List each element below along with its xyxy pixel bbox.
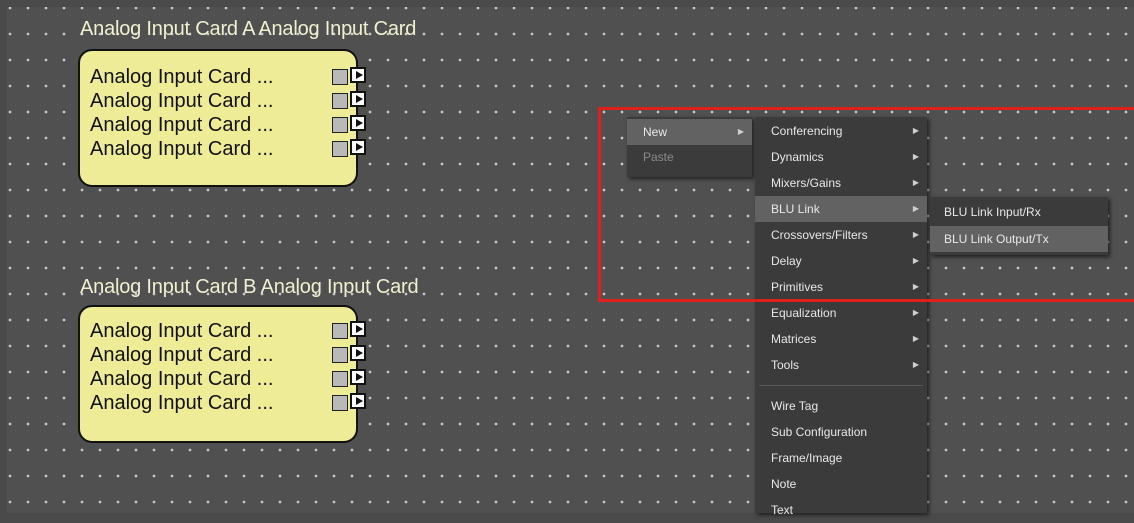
analog-input-card-a-block[interactable]: Analog Input Card ... Analog Input Card …: [78, 49, 366, 187]
channel-label: Analog Input Card ...: [90, 138, 274, 160]
menu-item-equalization[interactable]: Equalization ▶: [755, 300, 927, 326]
analog-input-card-b-block[interactable]: Analog Input Card ... Analog Input Card …: [78, 305, 366, 443]
submenu-arrow-icon: ▶: [912, 360, 919, 369]
channel-label: Analog Input Card ...: [90, 320, 274, 342]
output-port[interactable]: [332, 91, 368, 109]
play-icon: [350, 67, 366, 83]
menu-item-label: Note: [771, 477, 797, 491]
submenu-arrow-icon: ▶: [912, 334, 919, 343]
submenu-arrow-icon: ▶: [912, 308, 919, 317]
output-port[interactable]: [332, 393, 368, 411]
port-square-icon: [332, 347, 348, 363]
menu-separator: [759, 385, 923, 386]
menu-item-tools[interactable]: Tools ▶: [755, 352, 927, 378]
play-icon: [350, 369, 366, 385]
output-port[interactable]: [332, 321, 368, 339]
block-a-title: Analog Input Card A Analog Input Card: [80, 18, 417, 40]
port-square-icon: [332, 141, 348, 157]
block-b-channel-2[interactable]: Analog Input Card ...: [90, 343, 366, 369]
menu-item-sub-configuration[interactable]: Sub Configuration: [755, 419, 927, 445]
channel-label: Analog Input Card ...: [90, 114, 274, 136]
play-icon: [350, 393, 366, 409]
menu-item-label: Equalization: [771, 306, 837, 320]
play-icon: [350, 115, 366, 131]
menu-item-note[interactable]: Note: [755, 471, 927, 497]
menu-item-label: Matrices: [771, 332, 817, 346]
block-a-channel-2[interactable]: Analog Input Card ...: [90, 89, 366, 115]
menu-item-text[interactable]: Text: [755, 497, 927, 523]
output-port[interactable]: [332, 345, 368, 363]
channel-label: Analog Input Card ...: [90, 90, 274, 112]
block-b-channel-3[interactable]: Analog Input Card ...: [90, 367, 366, 393]
output-port[interactable]: [332, 369, 368, 387]
block-b-title: Analog Input Card B Analog Input Card: [80, 276, 419, 298]
block-a-channel-1[interactable]: Analog Input Card ...: [90, 65, 366, 91]
port-square-icon: [332, 371, 348, 387]
channel-label: Analog Input Card ...: [90, 368, 274, 390]
highlight-box: [598, 107, 1134, 302]
play-icon: [350, 345, 366, 361]
block-b-channel-1[interactable]: Analog Input Card ...: [90, 319, 366, 345]
menu-item-matrices[interactable]: Matrices ▶: [755, 326, 927, 352]
play-icon: [350, 321, 366, 337]
menu-item-label: Frame/Image: [771, 451, 843, 465]
output-port[interactable]: [332, 115, 368, 133]
menu-item-label: Tools: [771, 358, 800, 372]
block-a-channel-3[interactable]: Analog Input Card ...: [90, 113, 366, 139]
menu-item-label: Text: [771, 503, 794, 517]
block-a-channel-4[interactable]: Analog Input Card ...: [90, 137, 366, 163]
channel-label: Analog Input Card ...: [90, 344, 274, 366]
port-square-icon: [332, 395, 348, 411]
port-square-icon: [332, 93, 348, 109]
output-port[interactable]: [332, 139, 368, 157]
menu-item-wire-tag[interactable]: Wire Tag: [755, 393, 927, 419]
menu-item-label: Wire Tag: [771, 399, 819, 413]
channel-label: Analog Input Card ...: [90, 66, 274, 88]
port-square-icon: [332, 69, 348, 85]
block-b-channel-4[interactable]: Analog Input Card ...: [90, 391, 366, 417]
channel-label: Analog Input Card ...: [90, 392, 274, 414]
menu-item-label: Sub Configuration: [771, 425, 868, 439]
port-square-icon: [332, 323, 348, 339]
port-square-icon: [332, 117, 348, 133]
play-icon: [350, 139, 366, 155]
menu-item-frame-image[interactable]: Frame/Image: [755, 445, 927, 471]
play-icon: [350, 91, 366, 107]
output-port[interactable]: [332, 67, 368, 85]
